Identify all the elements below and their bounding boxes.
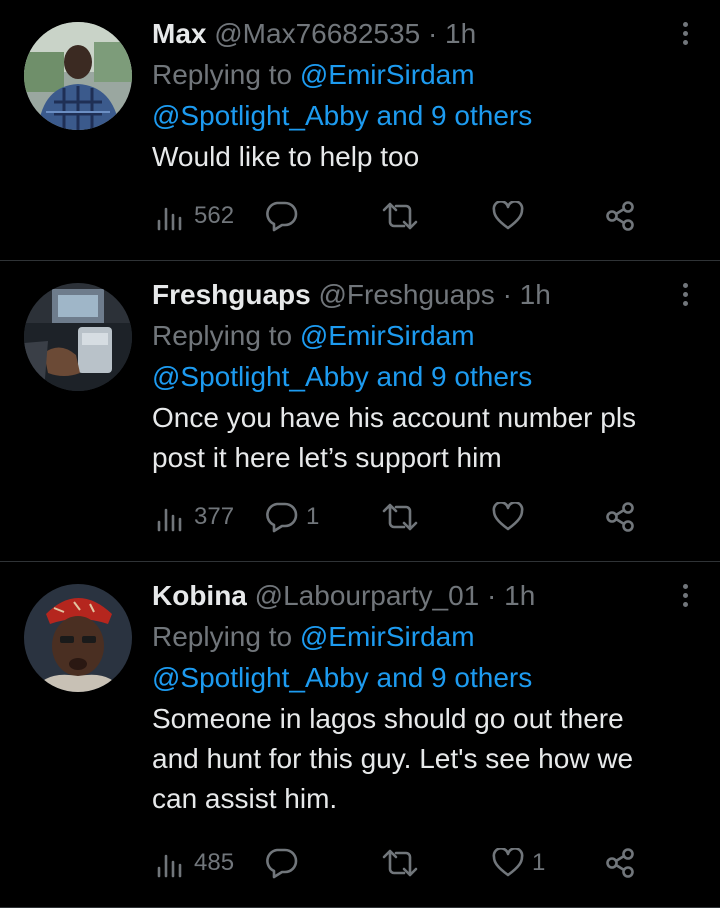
share-icon bbox=[606, 848, 634, 878]
avatar[interactable] bbox=[24, 283, 132, 391]
reply-icon bbox=[266, 201, 298, 232]
display-name[interactable]: Max bbox=[152, 18, 206, 49]
views-count: 562 bbox=[194, 202, 235, 229]
more-icon[interactable] bbox=[680, 283, 690, 313]
tweet-actions: 485 1 bbox=[152, 841, 720, 885]
replying-to: Replying to @EmirSirdam bbox=[152, 54, 660, 95]
tweet-text: Would like to help too bbox=[152, 137, 660, 177]
display-name[interactable]: Kobina bbox=[152, 580, 247, 611]
retweet-button[interactable] bbox=[382, 841, 426, 885]
replying-to: Replying to @EmirSirdam bbox=[152, 616, 660, 657]
tweet-body: Freshguaps @Freshguaps · 1h Replying to … bbox=[152, 275, 660, 478]
mention-link[interactable]: @Spotlight_Abby and 9 others bbox=[152, 662, 532, 693]
mention-link[interactable]: @EmirSirdam bbox=[300, 59, 475, 90]
tweet-text-line: post it here let’s support him bbox=[152, 442, 502, 473]
separator: · bbox=[427, 18, 438, 49]
separator: · bbox=[487, 580, 497, 611]
replying-to-others: @Spotlight_Abby and 9 others bbox=[152, 356, 660, 397]
timestamp[interactable]: 1h bbox=[504, 580, 535, 611]
heart-icon bbox=[492, 201, 524, 230]
tweet[interactable]: Kobina @Labourparty_01 · 1h Replying to … bbox=[0, 562, 720, 908]
like-button[interactable] bbox=[492, 194, 532, 238]
more-icon[interactable] bbox=[680, 584, 690, 614]
like-button[interactable] bbox=[492, 495, 532, 539]
share-button[interactable] bbox=[604, 194, 636, 238]
replying-to-others: @Spotlight_Abby and 9 others bbox=[152, 657, 660, 698]
mention-link[interactable]: @EmirSirdam bbox=[300, 621, 475, 652]
reply-button[interactable] bbox=[264, 194, 306, 238]
timestamp[interactable]: 1h bbox=[445, 18, 476, 49]
reply-feed: Max @Max76682535 · 1h Replying to @EmirS… bbox=[0, 0, 720, 908]
tweet-text-line: Someone in lagos should go out there bbox=[152, 703, 624, 734]
views-button[interactable]: 562 bbox=[156, 194, 234, 238]
user-handle[interactable]: @Freshguaps bbox=[318, 279, 494, 310]
retweet-button[interactable] bbox=[382, 495, 426, 539]
retweet-icon bbox=[382, 849, 418, 877]
replying-to-others: @Spotlight_Abby and 9 others bbox=[152, 95, 660, 136]
tweet-text: Once you have his account number pls pos… bbox=[152, 398, 660, 478]
retweet-icon bbox=[382, 503, 418, 531]
replying-prefix: Replying to bbox=[152, 59, 300, 90]
tweet-text-line: and hunt for this guy. Let's see how we bbox=[152, 743, 634, 774]
tweet[interactable]: Freshguaps @Freshguaps · 1h Replying to … bbox=[0, 261, 720, 562]
tweet-body: Kobina @Labourparty_01 · 1h Replying to … bbox=[152, 576, 660, 819]
tweet-actions: 377 1 bbox=[152, 495, 720, 539]
replying-prefix: Replying to bbox=[152, 320, 300, 351]
tweet-text-line: Would like to help too bbox=[152, 141, 420, 172]
share-icon bbox=[606, 201, 634, 231]
views-count: 377 bbox=[194, 503, 235, 530]
share-button[interactable] bbox=[604, 841, 636, 885]
tweet-text: Someone in lagos should go out there and… bbox=[152, 699, 660, 819]
replying-prefix: Replying to bbox=[152, 621, 300, 652]
separator: · bbox=[502, 279, 512, 310]
like-button[interactable]: 1 bbox=[492, 841, 545, 885]
reply-button[interactable]: 1 bbox=[264, 495, 319, 539]
retweet-button[interactable] bbox=[382, 194, 426, 238]
tweet-body: Max @Max76682535 · 1h Replying to @EmirS… bbox=[152, 14, 660, 177]
user-handle[interactable]: @Max76682535 bbox=[214, 18, 420, 49]
like-count: 1 bbox=[532, 849, 546, 876]
avatar[interactable] bbox=[24, 584, 132, 692]
reply-icon bbox=[266, 502, 298, 533]
tweet[interactable]: Max @Max76682535 · 1h Replying to @EmirS… bbox=[0, 0, 720, 261]
display-name[interactable]: Freshguaps bbox=[152, 279, 311, 310]
views-count: 485 bbox=[194, 849, 235, 876]
share-button[interactable] bbox=[604, 495, 636, 539]
tweet-actions: 562 bbox=[152, 194, 720, 238]
user-handle[interactable]: @Labourparty_01 bbox=[255, 580, 480, 611]
more-icon[interactable] bbox=[680, 22, 690, 52]
views-icon bbox=[157, 854, 182, 878]
views-button[interactable]: 377 bbox=[156, 495, 234, 539]
reply-icon bbox=[266, 848, 298, 879]
tweet-header: Freshguaps @Freshguaps · 1h bbox=[152, 275, 660, 315]
mention-link[interactable]: @Spotlight_Abby and 9 others bbox=[152, 361, 532, 392]
heart-icon bbox=[492, 848, 524, 877]
views-icon bbox=[157, 207, 182, 231]
heart-icon bbox=[492, 502, 524, 531]
views-button[interactable]: 485 bbox=[156, 841, 234, 885]
mention-link[interactable]: @Spotlight_Abby and 9 others bbox=[152, 100, 532, 131]
replying-to: Replying to @EmirSirdam bbox=[152, 315, 660, 356]
tweet-header: Kobina @Labourparty_01 · 1h bbox=[152, 576, 660, 616]
avatar[interactable] bbox=[24, 22, 132, 130]
views-icon bbox=[157, 508, 182, 532]
tweet-header: Max @Max76682535 · 1h bbox=[152, 14, 660, 54]
reply-count: 1 bbox=[306, 503, 320, 530]
tweet-text-line: Once you have his account number pls bbox=[152, 402, 637, 433]
tweet-text-line: can assist him. bbox=[152, 783, 338, 814]
retweet-icon bbox=[382, 202, 418, 230]
reply-button[interactable] bbox=[264, 841, 306, 885]
timestamp[interactable]: 1h bbox=[520, 279, 551, 310]
share-icon bbox=[606, 502, 634, 532]
mention-link[interactable]: @EmirSirdam bbox=[300, 320, 475, 351]
